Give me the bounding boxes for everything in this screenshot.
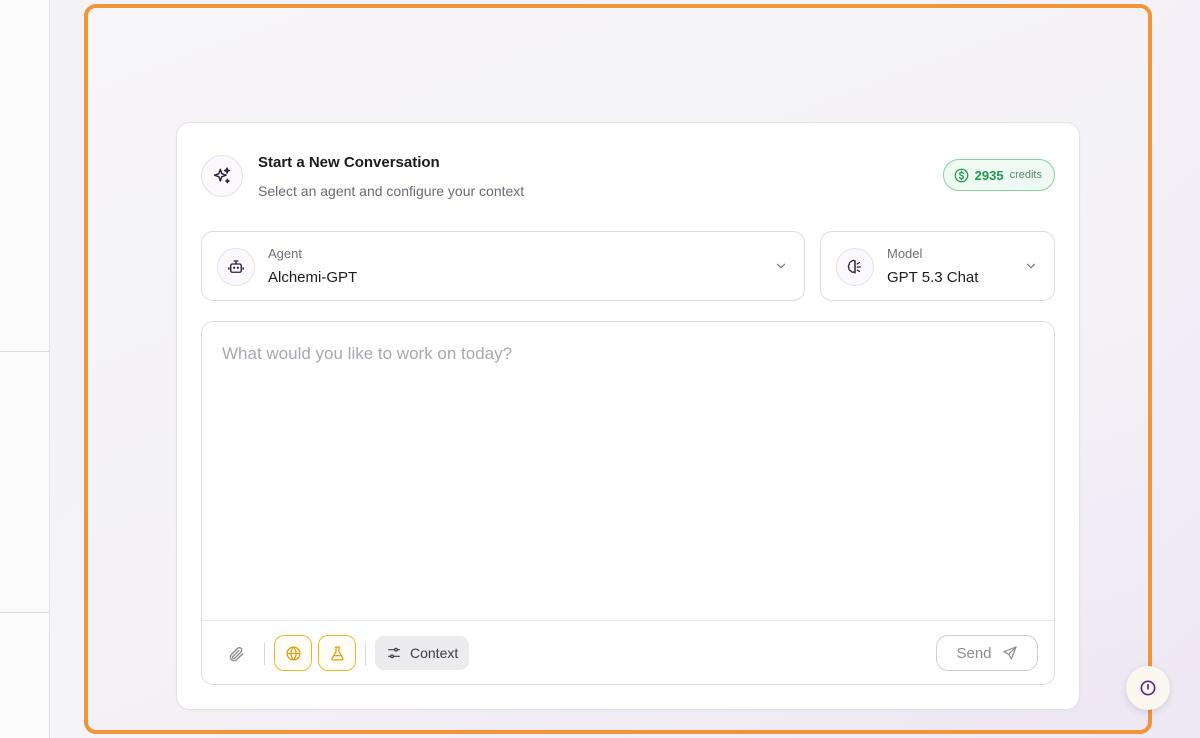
send-label: Send (956, 644, 992, 662)
paperclip-icon (229, 647, 244, 662)
dollar-circle-icon (954, 168, 969, 183)
model-label: Model (887, 246, 923, 261)
help-button[interactable] (1126, 666, 1170, 710)
robot-icon (217, 248, 255, 286)
context-label: Context (410, 645, 459, 661)
page-subtitle: Select an agent and configure your conte… (258, 183, 525, 199)
message-input[interactable] (202, 322, 1054, 620)
credits-label: credits (1009, 169, 1042, 181)
globe-icon (285, 645, 301, 661)
help-circle-icon (1140, 680, 1156, 696)
sparkles-icon (201, 155, 243, 197)
sliders-icon (388, 647, 400, 659)
left-rail (0, 0, 50, 738)
chevron-down-icon (776, 263, 786, 269)
attach-button[interactable] (222, 640, 250, 668)
flask-icon (330, 645, 344, 661)
rail-divider (0, 612, 49, 613)
model-select[interactable]: Model GPT 5.3 Chat (820, 231, 1055, 301)
agent-value: Alchemi-GPT (268, 269, 358, 286)
composer-toolbar: Context Send (202, 620, 1054, 684)
send-button[interactable]: Send (936, 635, 1038, 671)
brain-icon (836, 248, 874, 286)
new-conversation-card: Start a New Conversation Select an agent… (176, 122, 1080, 710)
web-search-toggle[interactable] (274, 635, 312, 671)
toolbar-divider (264, 643, 265, 665)
agent-select[interactable]: Agent Alchemi-GPT (201, 231, 805, 301)
page-title: Start a New Conversation (258, 154, 440, 171)
rail-divider (0, 351, 49, 352)
credits-badge: 2935 credits (942, 159, 1055, 191)
composer: Context Send (201, 321, 1055, 685)
lab-mode-toggle[interactable] (318, 635, 356, 671)
credits-amount: 2935 (974, 167, 1004, 183)
model-value: GPT 5.3 Chat (887, 269, 979, 286)
chevron-down-icon (1026, 263, 1036, 269)
agent-label: Agent (268, 246, 302, 261)
context-button[interactable]: Context (375, 636, 470, 670)
toolbar-divider (365, 643, 366, 665)
send-icon (1002, 646, 1017, 660)
